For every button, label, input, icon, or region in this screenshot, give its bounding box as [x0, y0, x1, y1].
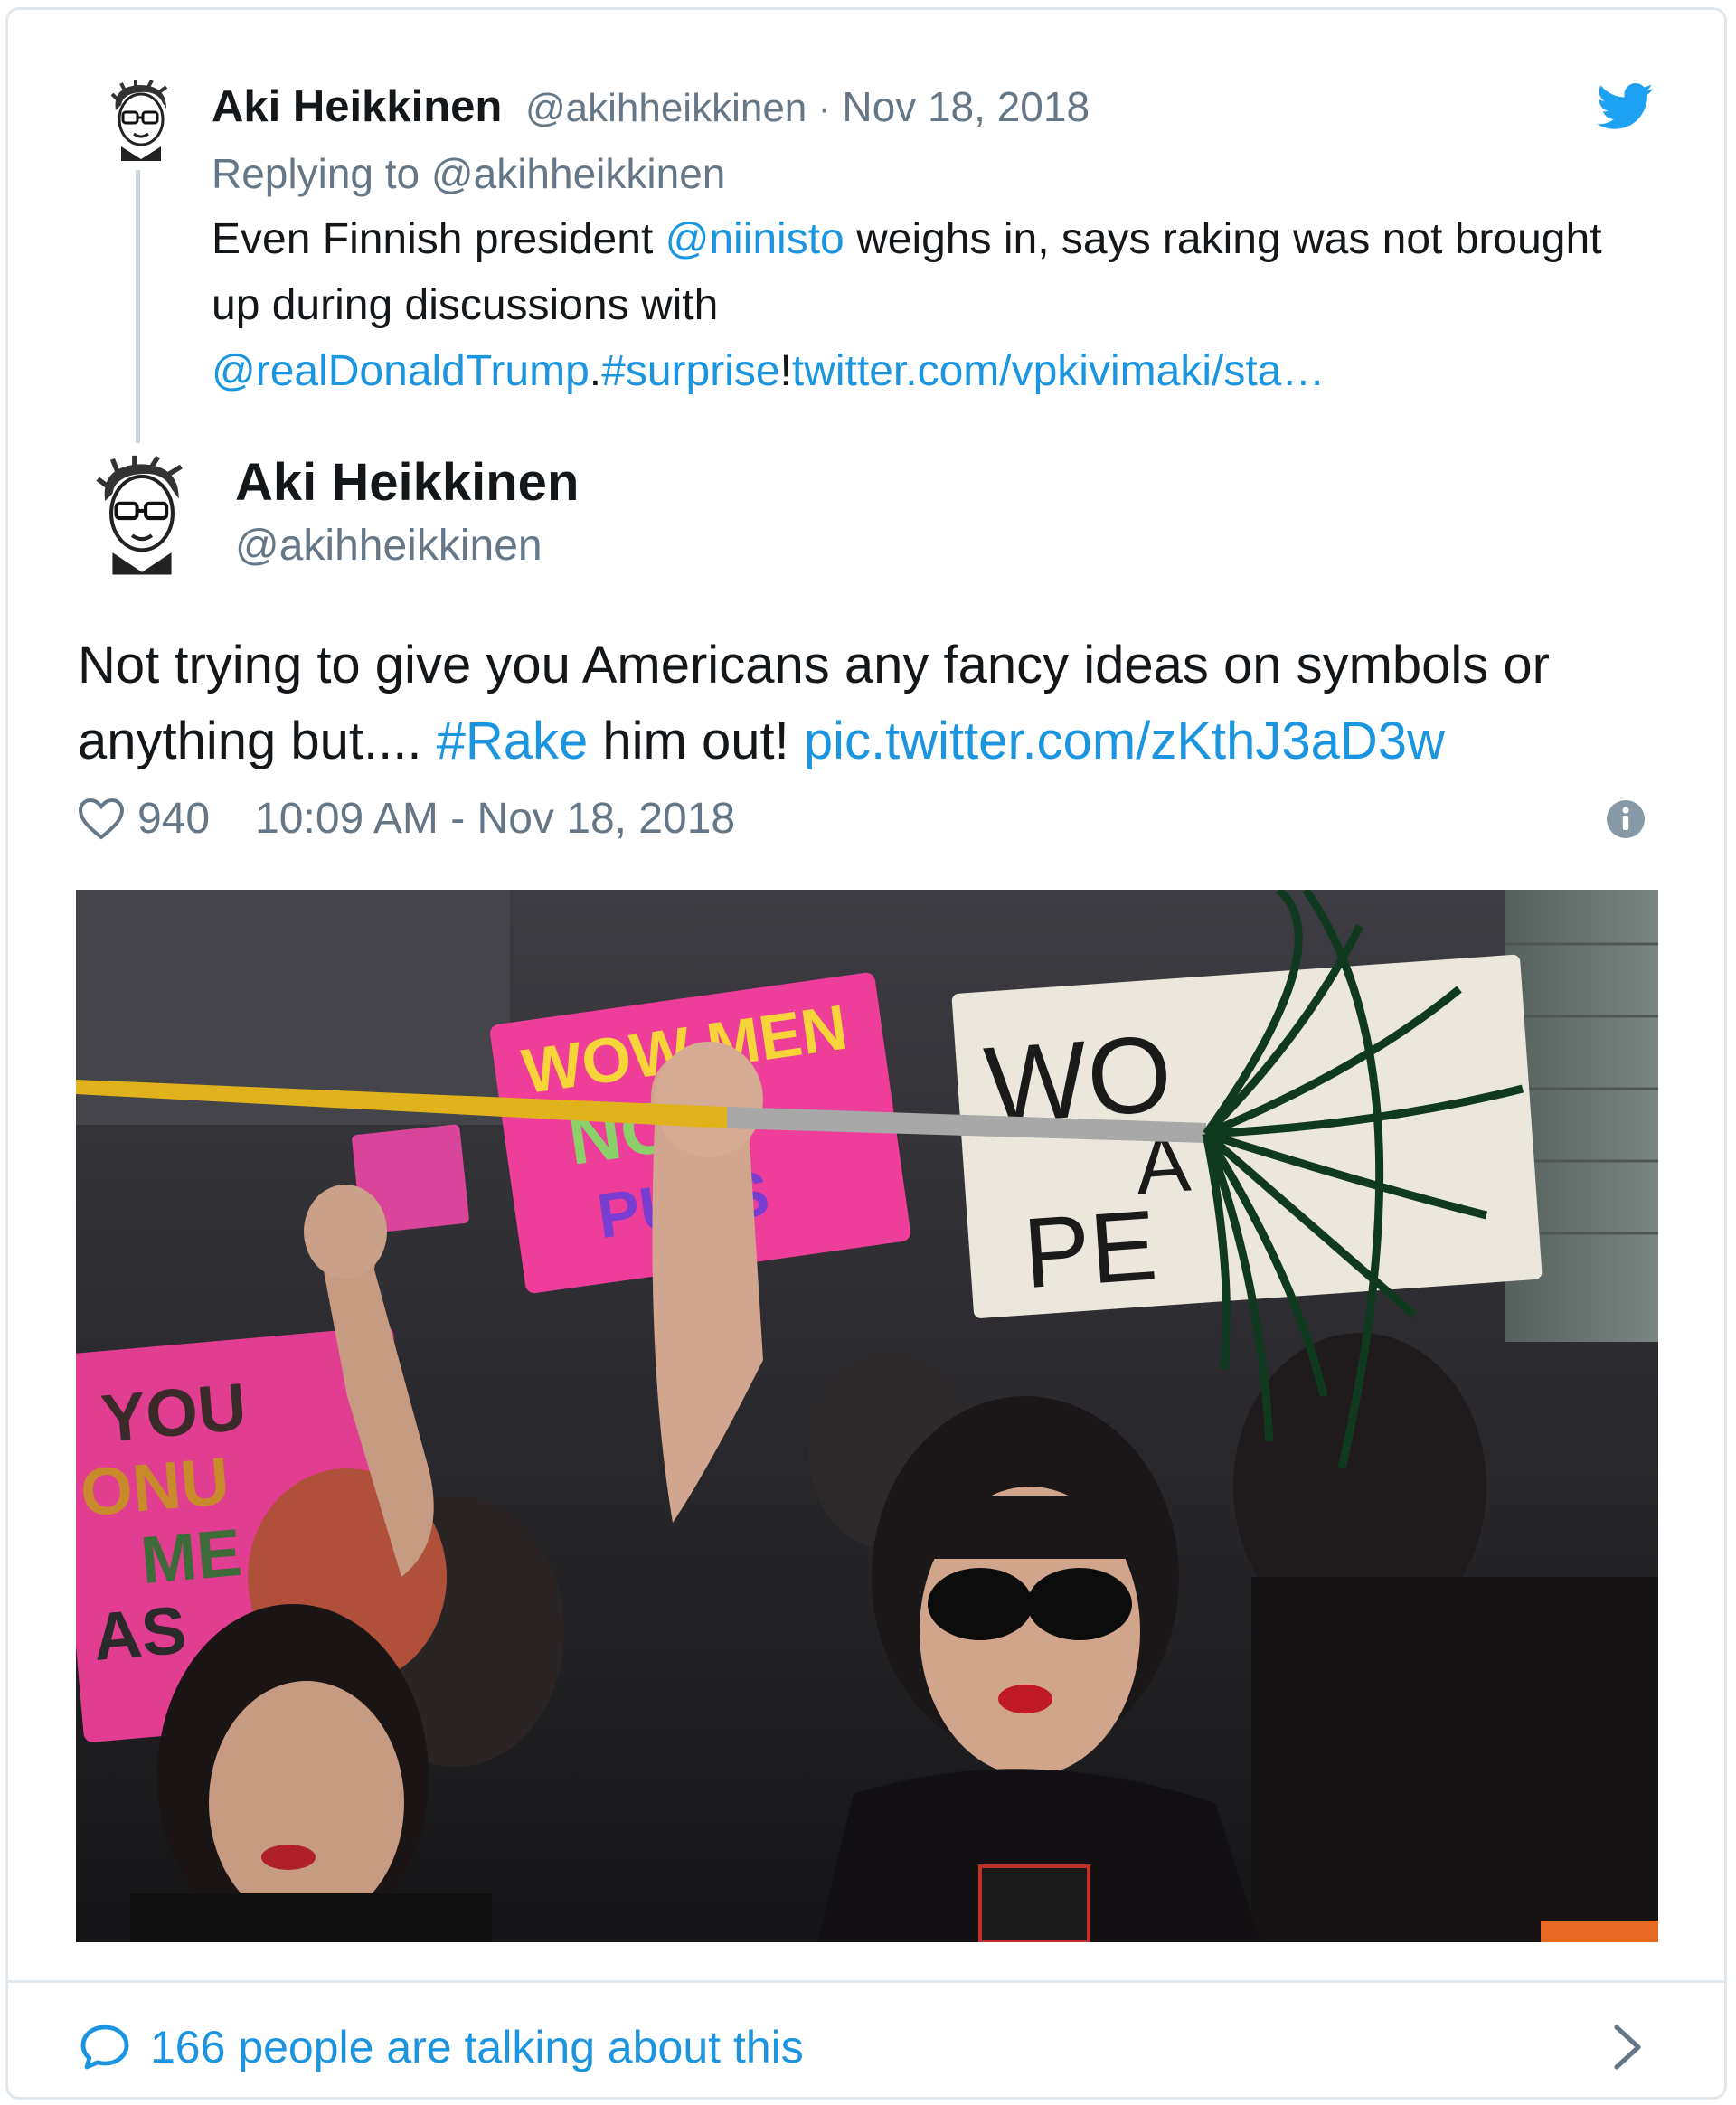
hashtag-surprise[interactable]: #surprise	[601, 347, 779, 395]
replying-handle[interactable]: @akihheikkinen	[431, 150, 725, 197]
parent-tweet-date[interactable]: Nov 18, 2018	[842, 83, 1090, 130]
speech-bubble-icon	[80, 2025, 129, 2070]
twitter-bird-icon[interactable]	[1597, 83, 1655, 130]
parent-text-part3: .	[589, 347, 602, 395]
main-author-name[interactable]: Aki Heikkinen	[235, 452, 579, 514]
people-talking-link[interactable]: 166 people are talking about this	[80, 2013, 804, 2081]
sign-white-line3: PE	[1020, 1189, 1160, 1309]
main-text-part2: him out!	[588, 712, 804, 770]
replying-prefix: Replying to	[212, 150, 431, 197]
heart-icon[interactable]	[78, 798, 125, 841]
sign-left-line3: ME	[137, 1515, 244, 1598]
sign-left-line1: YOU	[99, 1369, 250, 1457]
sign-left-line4: AS	[90, 1591, 190, 1675]
parent-text-part1: Even Finnish president	[212, 215, 665, 263]
parent-avatar[interactable]	[103, 78, 179, 161]
main-author-handle[interactable]: @akihheikkinen	[235, 519, 542, 573]
parent-tweet-link[interactable]: twitter.com/vpkivimaki/sta…	[792, 347, 1325, 395]
parent-author-name[interactable]: Aki Heikkinen	[212, 82, 502, 131]
main-tweet-text: Not trying to give you Americans any fan…	[78, 628, 1669, 779]
tweet-timestamp[interactable]: 10:09 AM - Nov 18, 2018	[255, 792, 735, 846]
main-avatar[interactable]	[90, 454, 193, 575]
tweet-meta-row: 940 10:09 AM - Nov 18, 2018	[78, 792, 735, 846]
like-count[interactable]: 940	[137, 792, 210, 846]
replying-to-line: Replying to @akihheikkinen	[212, 146, 725, 201]
card-footer-divider	[5, 1980, 1727, 1983]
mention-realdonaldtrump[interactable]: @realDonaldTrump	[212, 347, 590, 395]
parent-text-part4: !	[779, 347, 792, 395]
tweet-photo[interactable]: WOW MEN NOT PUSS WO A PE YOU ONU ME AS	[76, 890, 1658, 1942]
thread-connector-line	[136, 170, 140, 443]
parent-tweet-text: Even Finnish president @niinisto weighs …	[212, 206, 1649, 404]
info-icon[interactable]	[1606, 799, 1646, 839]
mention-niinisto[interactable]: @niinisto	[665, 215, 844, 263]
parent-author-handle[interactable]: @akihheikkinen	[525, 86, 807, 130]
header-separator: ·	[807, 86, 843, 130]
chevron-right-icon[interactable]	[1611, 2022, 1644, 2072]
pic-twitter-link[interactable]: pic.twitter.com/zKthJ3aD3w	[804, 712, 1445, 770]
parent-tweet-header: Aki Heikkinen @akihheikkinen · Nov 18, 2…	[212, 80, 1090, 136]
people-talking-text: 166 people are talking about this	[150, 2022, 804, 2072]
hashtag-rake[interactable]: #Rake	[437, 712, 589, 770]
